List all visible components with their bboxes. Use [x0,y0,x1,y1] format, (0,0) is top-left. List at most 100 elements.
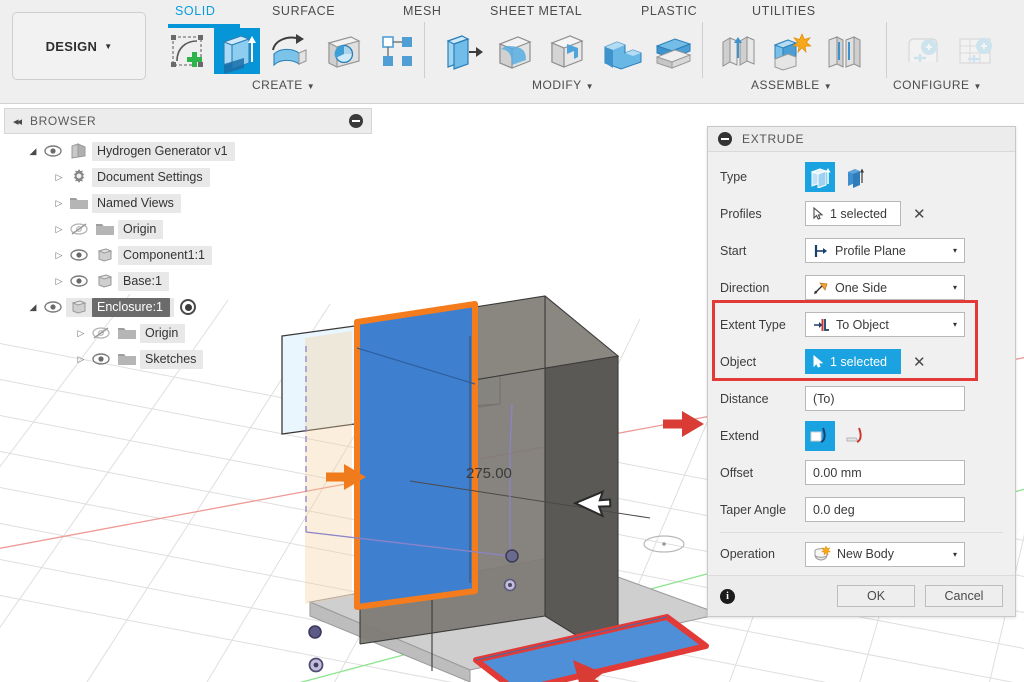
press-pull-icon[interactable] [440,28,486,74]
chevron-right-icon[interactable]: ▷ [74,354,88,365]
cursor-arrow-icon [813,207,824,220]
chevron-right-icon[interactable]: ▷ [52,172,66,183]
create-sketch-icon[interactable] [164,28,210,74]
profiles-select-field[interactable]: 1 selected [805,201,901,226]
offset-input[interactable]: 0.00 mm [805,460,965,485]
object-select-field[interactable]: 1 selected [805,349,901,374]
cancel-button[interactable]: Cancel [925,585,1003,607]
tree-item-component1[interactable]: ▷ Component1:1 [52,244,372,266]
profile-extrude-icon[interactable] [805,161,835,192]
tab-sheet-metal[interactable]: SHEET METAL [490,4,582,18]
taper-angle-input[interactable]: 0.0 deg [805,497,965,522]
eye-hidden-icon[interactable] [88,327,114,339]
folder-icon [92,221,118,237]
eye-visible-icon[interactable] [40,301,66,313]
motion-link-icon[interactable] [820,28,866,74]
info-icon[interactable]: i [720,588,735,604]
tree-item-enclosure[interactable]: ◢ Enclosure:1 [26,296,372,318]
tree-item-sketches[interactable]: ▷ Sketches [74,348,372,370]
thin-extrude-icon[interactable] [841,162,871,192]
tree-item-label: Document Settings [92,167,210,187]
split-body-icon[interactable] [650,28,696,74]
one-side-icon [813,281,829,295]
chevron-down-icon[interactable]: ▾ [953,246,957,255]
chevron-right-icon[interactable]: ▷ [52,250,66,261]
ok-button[interactable]: OK [837,585,915,607]
panel-create[interactable]: CREATE ▼ [252,78,315,92]
eye-hidden-icon[interactable] [66,223,92,235]
panel-assemble[interactable]: ASSEMBLE ▼ [751,78,832,92]
chevron-down-icon[interactable]: ◢ [26,146,40,157]
collapse-left-icon[interactable]: ◂◂ [13,115,22,128]
extrude-dialog-header: EXTRUDE [708,127,1015,152]
tree-item-base[interactable]: ▷ Base:1 [52,270,372,292]
activate-component-icon[interactable] [180,299,197,315]
panel-create-label: CREATE [252,78,303,92]
red-arrow-extent-type [663,411,704,437]
chevron-down-icon: ▼ [104,41,113,51]
sweep-icon[interactable] [320,28,366,74]
extrude-dimension-label: 275.00 [466,465,512,482]
panel-configure[interactable]: CONFIGURE ▼ [893,78,982,92]
chevron-right-icon[interactable]: ▷ [52,224,66,235]
chevron-down-icon[interactable]: ▾ [953,550,957,559]
clear-object-button[interactable]: ✕ [913,353,926,371]
tab-surface[interactable]: SURFACE [272,4,335,18]
chevron-down-icon[interactable]: ◢ [26,302,40,313]
combine-icon[interactable] [598,28,644,74]
collapse-dialog-icon[interactable] [718,132,732,146]
chevron-right-icon[interactable]: ▷ [52,276,66,287]
panel-modify[interactable]: MODIFY ▼ [532,78,594,92]
configure-table-icon[interactable] [952,28,998,74]
tab-mesh[interactable]: MESH [403,4,442,18]
eye-visible-icon[interactable] [88,353,114,365]
tree-item-origin-root[interactable]: ▷ Origin [52,218,372,240]
operation-value: New Body [837,547,894,561]
tab-solid[interactable]: SOLID [175,4,216,18]
extrude-dialog-body: Type Profiles 1 selected ✕ Start Profile… [708,152,1015,575]
extent-type-dropdown[interactable]: To Object ▾ [805,312,965,337]
chevron-down-icon[interactable]: ▾ [953,283,957,292]
browser-minimize-icon[interactable] [349,114,363,128]
eye-visible-icon[interactable] [66,249,92,261]
extrude-icon[interactable] [214,28,260,74]
extrude-dialog: EXTRUDE Type Profiles 1 selected ✕ Start… [707,126,1016,617]
component-icon [66,298,92,316]
tree-item-label: Enclosure:1 [92,297,171,317]
chevron-right-icon[interactable]: ▷ [52,198,66,209]
tree-item-named-views[interactable]: ▷ Named Views [52,192,372,214]
tree-item-label: Origin [118,219,164,239]
fillet-icon[interactable] [492,28,538,74]
tab-plastic[interactable]: PLASTIC [641,4,697,18]
distance-input[interactable]: (To) [805,386,965,411]
clear-profiles-button[interactable]: ✕ [913,205,926,223]
operation-dropdown[interactable]: New Body ▾ [805,541,965,567]
chevron-right-icon[interactable]: ▷ [74,328,88,339]
tree-item-document-settings[interactable]: ▷ Document Settings [52,166,372,188]
tab-utilities[interactable]: UTILITIES [752,4,816,18]
joint-icon[interactable] [716,28,762,74]
chevron-down-icon[interactable]: ▾ [953,320,957,329]
label-object: Object [720,354,757,369]
new-body-icon [813,546,831,562]
tree-item-label: Named Views [92,193,181,213]
profiles-value: 1 selected [830,206,887,221]
configure-design-icon[interactable] [900,28,946,74]
workspace-switcher-button[interactable]: DESIGN ▼ [12,12,146,80]
taper-angle-value: 0.0 deg [813,502,855,517]
object-value: 1 selected [830,354,887,369]
as-built-joint-icon[interactable] [768,28,814,74]
pattern-icon[interactable] [374,28,420,74]
eye-visible-icon[interactable] [66,275,92,287]
tree-item-enclosure-origin[interactable]: ▷ Origin [74,322,372,344]
tree-item-hydrogen-generator[interactable]: ◢ Hydrogen Generator v1 [26,140,372,162]
start-dropdown[interactable]: Profile Plane ▾ [805,238,965,263]
label-start: Start [720,243,747,258]
revolve-icon[interactable] [266,28,312,74]
direction-dropdown[interactable]: One Side ▾ [805,275,965,300]
shell-icon[interactable] [544,28,590,74]
extend-none-icon[interactable] [805,420,835,451]
eye-visible-icon[interactable] [40,145,66,157]
component-icon [92,272,118,290]
extend-surface-icon[interactable] [841,421,871,451]
